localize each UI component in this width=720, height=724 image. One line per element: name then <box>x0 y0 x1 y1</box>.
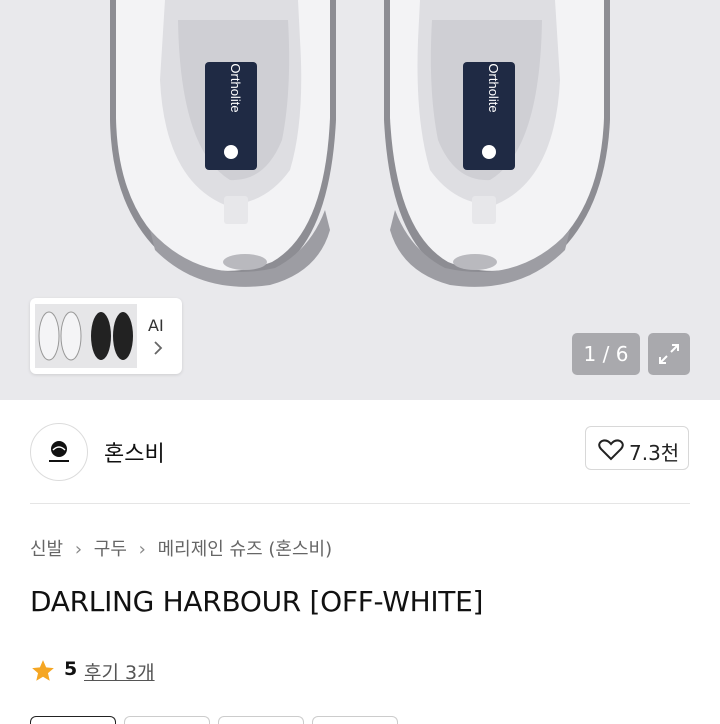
like-count: 7.3천 <box>629 441 680 465</box>
option-tab[interactable] <box>30 716 116 724</box>
thumbnail-image <box>35 304 137 368</box>
ai-thumbnail-card[interactable]: AI <box>30 298 182 374</box>
insole-brand-text-right: Ortholite <box>486 63 501 112</box>
ai-label: AI <box>148 316 164 335</box>
chevron-right-icon: › <box>138 539 146 560</box>
option-tab[interactable] <box>312 716 398 724</box>
chevron-right-icon <box>154 341 163 355</box>
reviews-link[interactable]: 후기 3개 <box>84 658 155 685</box>
product-image-gallery[interactable]: Ortholite Ortholite AI 1 / 6 <box>0 0 720 400</box>
store-row: 혼스비 7.3천 <box>0 400 720 504</box>
image-counter: 1 / 6 <box>572 333 640 375</box>
breadcrumb-item[interactable]: 신발 <box>30 539 63 560</box>
store-name[interactable]: 혼스비 <box>104 436 165 468</box>
divider <box>30 503 690 504</box>
insole-brand-text: Ortholite <box>228 63 243 112</box>
option-tabs <box>30 716 690 724</box>
breadcrumb-item[interactable]: 메리제인 슈즈 (혼스비) <box>158 539 333 560</box>
chevron-right-icon: › <box>74 539 83 560</box>
heart-icon <box>598 439 624 461</box>
product-title: DARLING HARBOUR [OFF-WHITE] <box>30 585 484 618</box>
expand-button[interactable] <box>648 333 690 375</box>
rating-value: 5 <box>64 658 78 680</box>
star-icon <box>32 660 54 681</box>
breadcrumb: 신발 › 구두 › 메리제인 슈즈 (혼스비) <box>30 535 332 561</box>
store-logo-icon <box>49 441 69 462</box>
expand-icon <box>659 344 679 364</box>
breadcrumb-item[interactable]: 구두 <box>94 539 127 560</box>
option-tab[interactable] <box>218 716 304 724</box>
option-tab[interactable] <box>124 716 210 724</box>
like-button[interactable]: 7.3천 <box>585 426 689 470</box>
store-avatar[interactable] <box>30 423 88 481</box>
